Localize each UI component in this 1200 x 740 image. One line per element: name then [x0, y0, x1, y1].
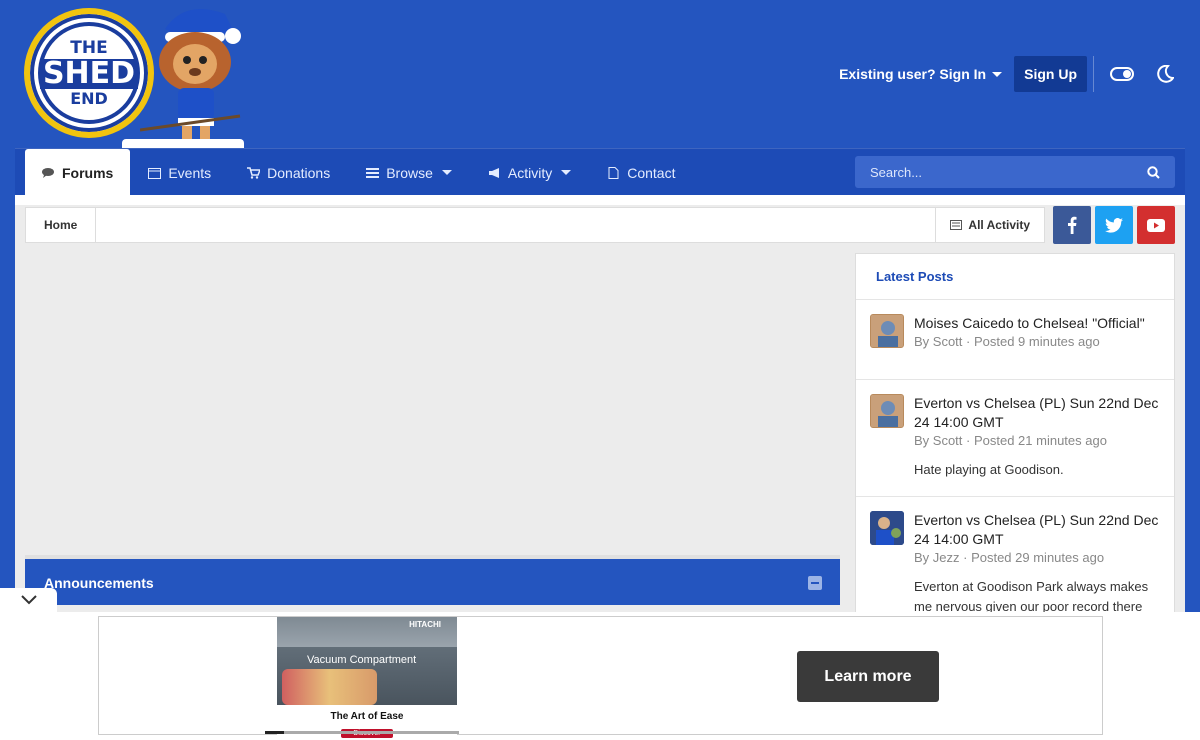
logo-text-shed: SHED	[39, 58, 139, 89]
avatar[interactable]	[870, 314, 904, 348]
sign-in-dropdown[interactable]: Existing user? Sign In	[839, 66, 1003, 82]
dark-mode-moon-icon[interactable]	[1156, 65, 1174, 83]
post-meta: By Scott · Posted 21 minutes ago	[914, 433, 1107, 448]
youtube-button[interactable]	[1137, 206, 1175, 244]
lion-mascot-image	[140, 9, 241, 140]
collapse-icon[interactable]	[808, 576, 822, 590]
widget-title: Latest Posts	[856, 254, 1174, 300]
post-item[interactable]: Everton vs Chelsea (PL) Sun 22nd Dec 24 …	[856, 380, 1174, 497]
main-content: Home All Activity Announcements Latest P…	[15, 195, 1185, 634]
learn-more-button[interactable]: Learn more	[797, 651, 939, 702]
post-item[interactable]: Moises Caicedo to Chelsea! "Official" By…	[856, 300, 1174, 380]
ad-brand: HITACHI	[409, 620, 441, 629]
tab-label: Donations	[267, 164, 331, 181]
tab-label: Forums	[62, 164, 114, 181]
document-icon	[608, 166, 619, 179]
comments-icon	[42, 167, 54, 178]
all-activity-link[interactable]: All Activity	[935, 208, 1044, 242]
theme-toggle-icon[interactable]	[1110, 67, 1134, 81]
site-logo[interactable]: THE SHED END	[22, 4, 247, 151]
twitter-icon	[1105, 217, 1123, 233]
logo-text-the: THE	[70, 37, 108, 58]
post-snippet: Hate playing at Goodison.	[914, 462, 1064, 477]
ad-image[interactable]: HITACHI Vacuum Compartment The Art of Ea…	[277, 617, 457, 738]
youtube-icon	[1147, 218, 1165, 232]
ad-banner: HITACHI Vacuum Compartment The Art of Ea…	[0, 612, 1200, 740]
post-meta: By Scott · Posted 9 minutes ago	[914, 334, 1100, 349]
post-title[interactable]: Everton vs Chelsea (PL) Sun 22nd Dec 24 …	[914, 511, 1166, 549]
tab-browse[interactable]: Browse	[348, 149, 470, 196]
logo-badge: THE SHED END	[24, 8, 154, 138]
all-activity-label: All Activity	[968, 218, 1030, 232]
announcements-title: Announcements	[44, 575, 154, 591]
chevron-down-icon	[992, 71, 1003, 77]
activity-icon	[950, 220, 963, 230]
ad-caption: The Art of Ease	[330, 711, 404, 722]
calendar-icon	[148, 167, 162, 179]
chevron-down-icon	[561, 170, 572, 175]
breadcrumb: Home All Activity	[25, 207, 1045, 243]
latest-posts-widget: Latest Posts Moises Caicedo to Chelsea! …	[855, 253, 1175, 634]
avatar[interactable]	[870, 394, 904, 428]
tab-label: Contact	[627, 164, 676, 181]
twitter-button[interactable]	[1095, 206, 1133, 244]
ad-headline: Vacuum Compartment	[307, 654, 417, 666]
megaphone-icon	[488, 167, 499, 178]
logo-text-end: END	[70, 88, 108, 108]
facebook-button[interactable]	[1053, 206, 1091, 244]
tab-activity[interactable]: Activity	[470, 149, 589, 196]
chevron-down-icon	[20, 595, 37, 605]
list-icon	[366, 167, 380, 178]
avatar[interactable]	[870, 511, 904, 545]
search-icon[interactable]	[1147, 165, 1160, 179]
ad-collapse-button[interactable]	[0, 588, 57, 612]
post-meta: By Jezz · Posted 29 minutes ago	[914, 550, 1105, 565]
tab-contact[interactable]: Contact	[589, 149, 693, 196]
main-navigation: Forums Events Donations Browse Activity …	[15, 148, 1185, 196]
tab-forums[interactable]: Forums	[25, 149, 131, 196]
tab-label: Events	[168, 164, 212, 181]
post-title[interactable]: Everton vs Chelsea (PL) Sun 22nd Dec 24 …	[914, 394, 1166, 432]
ad-frame[interactable]: HITACHI Vacuum Compartment The Art of Ea…	[98, 616, 1103, 738]
ad-progress-bar	[265, 731, 459, 734]
sign-in-label: Existing user? Sign In	[839, 66, 987, 82]
facebook-icon	[1068, 216, 1077, 234]
user-bar: Existing user? Sign In Sign Up	[839, 56, 1174, 92]
tab-label: Activity	[507, 164, 553, 181]
search-box	[855, 156, 1175, 188]
snow-decoration	[15, 195, 1185, 205]
cart-icon	[247, 166, 261, 179]
tab-label: Browse	[386, 164, 433, 181]
sign-up-button[interactable]: Sign Up	[1014, 56, 1087, 92]
chevron-down-icon	[441, 170, 452, 175]
post-item[interactable]: Everton vs Chelsea (PL) Sun 22nd Dec 24 …	[856, 497, 1174, 634]
breadcrumb-home-link[interactable]: Home	[26, 208, 97, 242]
tab-donations[interactable]: Donations	[229, 149, 348, 196]
announcements-header[interactable]: Announcements	[25, 555, 840, 605]
social-links	[1053, 206, 1175, 244]
post-title[interactable]: Moises Caicedo to Chelsea! "Official"	[914, 314, 1145, 333]
tab-events[interactable]: Events	[130, 149, 229, 196]
search-input[interactable]	[870, 164, 1147, 180]
divider	[1093, 56, 1094, 92]
